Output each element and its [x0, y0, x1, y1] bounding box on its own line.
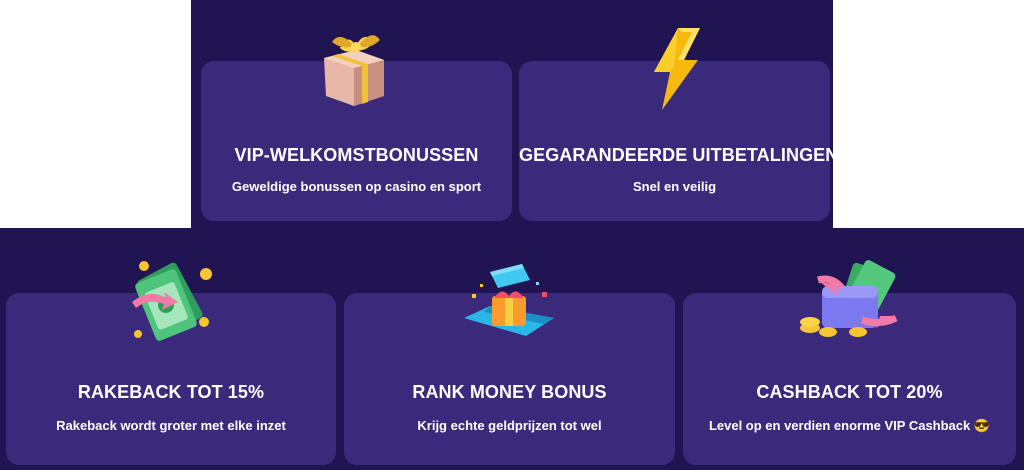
- card-title: CASHBACK TOT 20%: [756, 382, 943, 402]
- card-title: RAKEBACK TOT 15%: [77, 382, 265, 402]
- card-subtitle: Level op en verdien enorme VIP Cashback …: [708, 418, 991, 433]
- card-subtitle: Rakeback wordt groter met elke inzet: [56, 418, 286, 433]
- open-gift-icon: [460, 258, 558, 342]
- card-subtitle: Snel en veilig: [632, 179, 717, 194]
- card-title: VIP-WELKOMSTBONUSSEN: [234, 145, 479, 165]
- gift-box-icon: [318, 26, 392, 110]
- cashback-wallet-icon: [798, 260, 902, 340]
- card-subtitle: Krijg echte geldprijzen tot wel: [417, 418, 602, 433]
- card-subtitle: Geweldige bonussen op casino en sport: [231, 179, 482, 194]
- vip-benefits-section: VIP-WELKOMSTBONUSSEN Geweldige bonussen …: [0, 0, 1024, 470]
- card-title: GEGARANDEERDE UITBETALINGEN: [519, 145, 839, 165]
- money-stack-icon: [126, 258, 216, 344]
- card-title: RANK MONEY BONUS: [412, 382, 607, 402]
- lightning-bolt-icon: [648, 26, 704, 112]
